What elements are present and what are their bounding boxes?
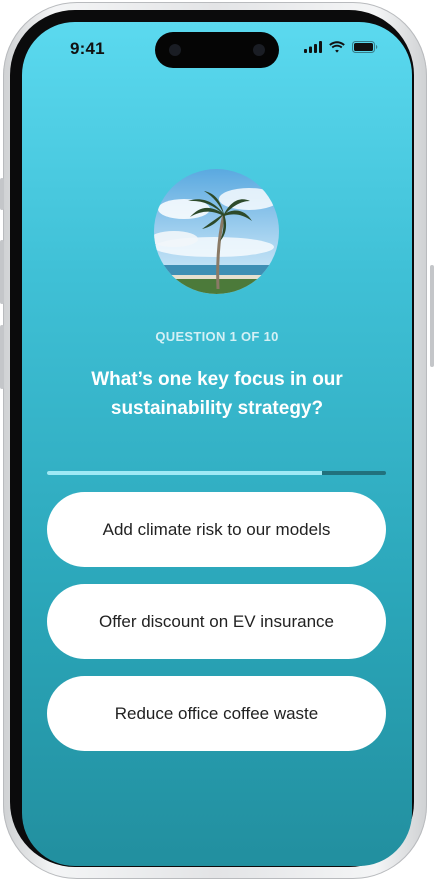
answer-option-2[interactable]: Offer discount on EV insurance: [47, 584, 386, 659]
question-counter: QUESTION 1 OF 10: [155, 329, 279, 344]
sensor-icon: [253, 44, 265, 56]
status-icons: [304, 41, 378, 53]
battery-icon: [352, 41, 378, 53]
progress-bar: [47, 471, 386, 475]
action-button: [0, 178, 4, 210]
screen: 9:41 QUESTION 1 OF 10 What’s one key foc…: [22, 22, 412, 866]
palm-tree-photo: [154, 169, 279, 294]
dynamic-island: [155, 32, 279, 68]
status-time: 9:41: [70, 39, 105, 58]
volume-up-button: [0, 240, 4, 304]
answer-option-3[interactable]: Reduce office coffee waste: [47, 676, 386, 751]
volume-down-button: [0, 325, 4, 389]
progress-fill: [47, 471, 322, 475]
camera-icon: [169, 44, 181, 56]
power-button: [430, 265, 434, 367]
answer-option-1[interactable]: Add climate risk to our models: [47, 492, 386, 567]
question-text: What’s one key focus in our sustainabili…: [91, 369, 343, 419]
wifi-icon: [329, 41, 345, 53]
signal-icon: [304, 41, 322, 53]
